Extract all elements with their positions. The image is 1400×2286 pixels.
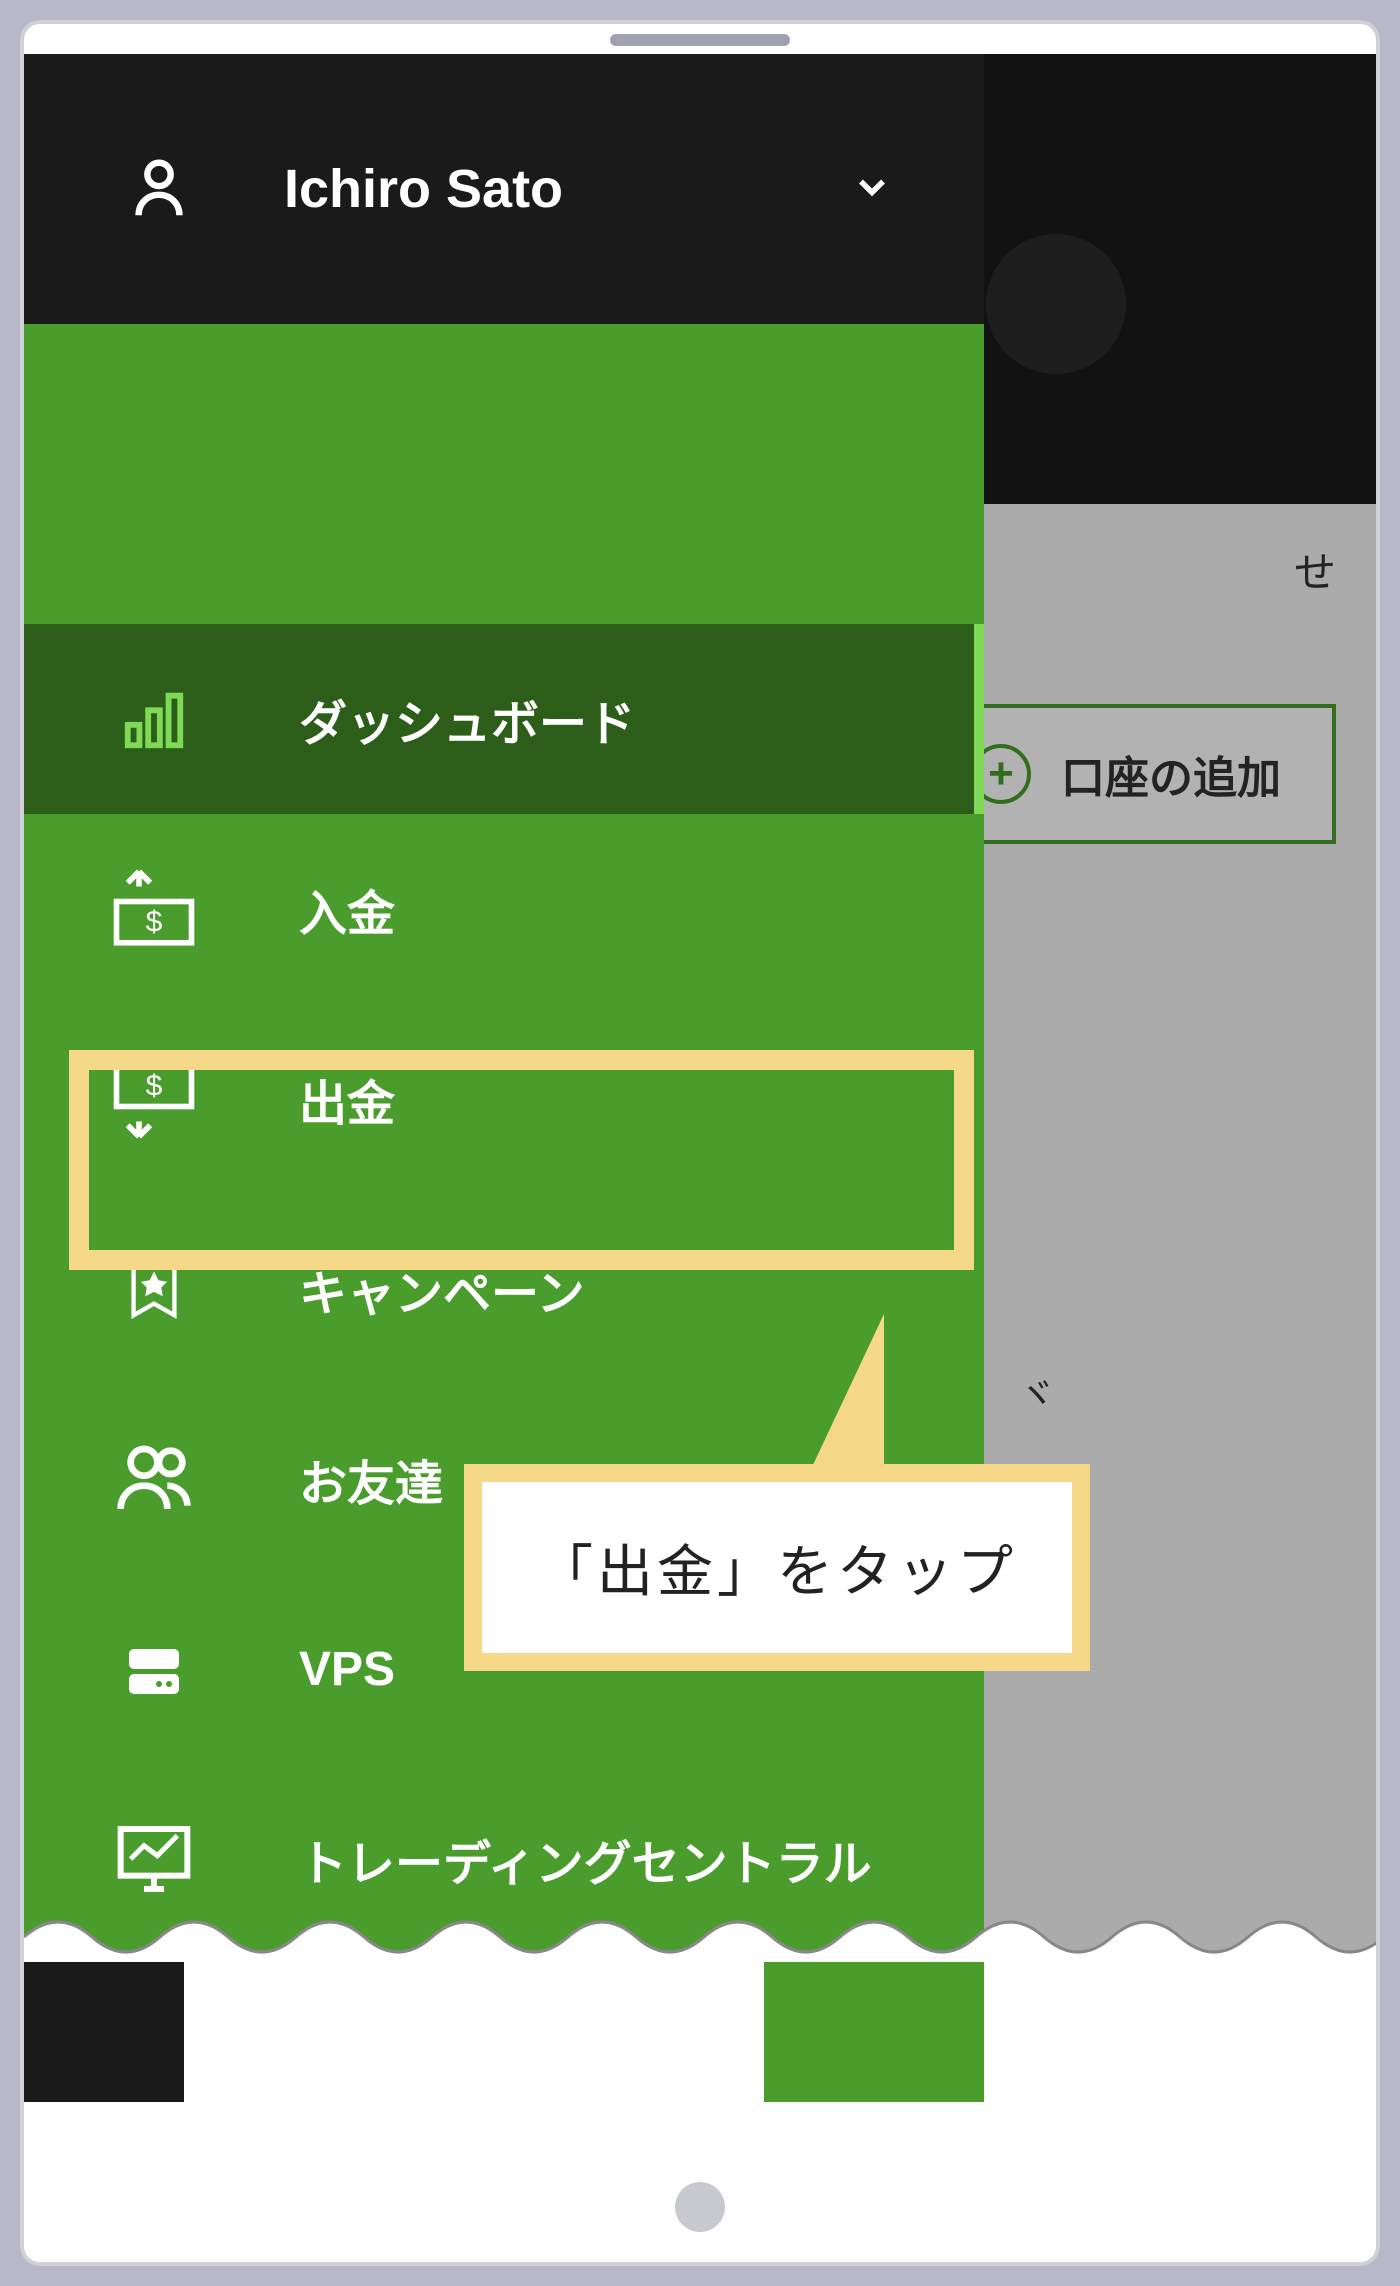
svg-text:$: $ [146,906,163,939]
sidebar-item-deposit[interactable]: $ 入金 [24,814,984,1004]
sidebar-item-label: 出金 [299,1064,395,1134]
user-name: Ichiro Sato [284,158,760,220]
user-icon [124,154,194,224]
bar-chart-icon [104,669,204,769]
bottom-white-box [184,1962,774,2102]
sidebar-item-withdraw[interactable]: $ 出金 [24,1004,984,1194]
sidebar-item-label: トレーディングセントラル [299,1824,872,1894]
callout-text: 「出金」をタップ [537,1540,1017,1603]
bottom-green-strip [764,1962,984,2102]
withdraw-icon: $ [104,1049,204,1149]
sidebar-item-label: VPS [299,1642,395,1697]
callout-arrow [804,1314,884,1484]
chevron-down-icon [850,165,894,214]
sidebar-body: ダッシュボード $ 入金 [24,324,984,2172]
sidebar-item-label: お友達 [299,1444,443,1514]
svg-text:$: $ [146,1069,163,1102]
bottom-dark-strip [24,1962,184,2102]
trading-monitor-icon [104,1809,204,1909]
sidebar-item-label: 入金 [299,874,395,944]
server-icon [104,1619,204,1719]
device-notch [610,34,790,46]
star-ribbon-icon [104,1239,204,1339]
sidebar: Ichiro Sato [24,54,984,2172]
device-home-button [675,2182,725,2232]
sidebar-item-label: キャンペーン [299,1254,585,1324]
sidebar-item-dashboard[interactable]: ダッシュボード [24,624,984,814]
screen: せ + 口座の追加 ヾ Ichiro Sato [24,54,1376,2172]
sidebar-item-label: ダッシュボード [299,684,635,754]
sidebar-header[interactable]: Ichiro Sato [24,54,984,324]
device-frame: せ + 口座の追加 ヾ Ichiro Sato [20,20,1380,2266]
friends-icon [104,1429,204,1529]
deposit-icon: $ [104,859,204,959]
callout-tooltip: 「出金」をタップ [464,1464,1090,1671]
